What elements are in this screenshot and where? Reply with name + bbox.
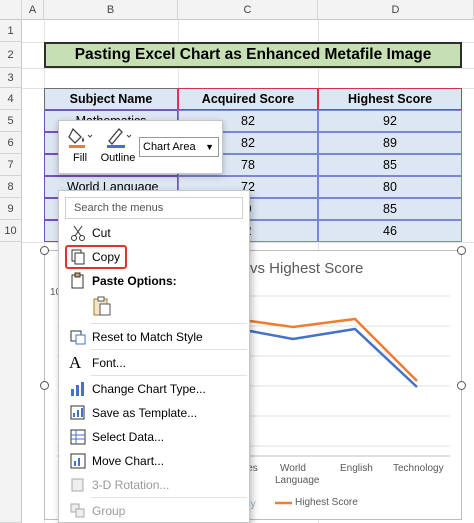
select-data-icon (70, 429, 86, 445)
search-menus-input[interactable]: Search the menus (65, 197, 243, 219)
paste-clipboard-icon (93, 296, 111, 316)
menu-separator (91, 375, 247, 376)
sheet-title[interactable]: Pasting Excel Chart as Enhanced Metafile… (44, 42, 462, 68)
cell-highest[interactable]: 80 (318, 176, 462, 198)
menu-item-label: Font... (92, 356, 127, 370)
menu-item-copy[interactable]: Copy (59, 245, 249, 269)
menu-separator (91, 323, 247, 324)
row-header-3[interactable]: 3 (0, 68, 22, 88)
chart-element-value: Chart Area (143, 141, 196, 153)
copy-icon (71, 249, 85, 265)
header-acquired-score[interactable]: Acquired Score (178, 88, 318, 110)
row-header-5[interactable]: 5 (0, 110, 22, 132)
cell-highest[interactable]: 85 (318, 154, 462, 176)
cell-highest[interactable]: 92 (318, 110, 462, 132)
fill-label: Fill (72, 152, 88, 164)
menu-item-label: Select Data... (92, 430, 165, 444)
row-header-blank (0, 242, 22, 523)
rotation-icon (71, 478, 84, 492)
menu-separator (91, 349, 247, 350)
menu-item-select-data[interactable]: Select Data... (59, 425, 249, 449)
outline-label: Outline (100, 152, 136, 164)
row-header-4[interactable]: 4 (0, 88, 22, 110)
resize-handle[interactable] (40, 381, 49, 390)
x-axis-label: English (340, 463, 373, 474)
mini-toolbar: Fill Outline Chart Area ▼ (58, 120, 223, 174)
menu-item-label: Reset to Match Style (92, 330, 203, 344)
paste-option-picture[interactable] (91, 295, 117, 319)
fill-bucket-icon (68, 127, 93, 148)
cell-highest[interactable]: 46 (318, 220, 462, 242)
menu-item-label: Cut (92, 226, 111, 240)
paste-icon (71, 272, 84, 289)
menu-item-save-template[interactable]: Save as Template... (59, 401, 249, 425)
select-all-corner[interactable] (0, 0, 22, 20)
highest-score-series (249, 317, 418, 382)
group-icon (70, 503, 85, 518)
menu-separator (91, 497, 247, 498)
resize-handle[interactable] (457, 246, 466, 255)
outline-button[interactable]: Outline (99, 125, 137, 164)
row-header-8[interactable]: 8 (0, 176, 22, 198)
x-axis-label: World Language (275, 463, 320, 486)
context-menu: Search the menus Cut Copy Paste Options: (58, 190, 250, 523)
menu-item-move-chart[interactable]: Move Chart... (59, 449, 249, 473)
row-header-10[interactable]: 10 (0, 220, 22, 242)
row-header-6[interactable]: 6 (0, 132, 22, 154)
menu-item-label: Move Chart... (92, 454, 165, 468)
chevron-down-icon: ▼ (205, 142, 214, 152)
chart-type-icon (71, 382, 84, 396)
menu-item-label: Group (92, 504, 126, 518)
gridline (22, 68, 474, 69)
fill-button[interactable]: Fill (65, 125, 95, 164)
menu-item-3d-rotation: 3-D Rotation... (59, 473, 249, 497)
row-header-7[interactable]: 7 (0, 154, 22, 176)
x-axis-label: Technology (393, 463, 444, 474)
column-header-a[interactable]: A (22, 0, 44, 20)
menu-item-font[interactable]: A Font... (59, 351, 249, 375)
column-header-c[interactable]: C (178, 0, 318, 20)
column-header-d[interactable]: D (318, 0, 474, 20)
menu-item-label: Copy (92, 250, 121, 264)
move-chart-icon (70, 453, 86, 469)
menu-item-change-chart-type[interactable]: Change Chart Type... (59, 377, 249, 401)
reset-style-icon (70, 330, 86, 345)
menu-item-group: Group (59, 499, 249, 523)
outline-pen-icon (107, 128, 132, 148)
row-header-1[interactable]: 1 (0, 20, 22, 42)
chart-element-select[interactable]: Chart Area ▼ (139, 137, 219, 157)
legend-label-highest: Highest Score (295, 497, 358, 508)
header-subject-name[interactable]: Subject Name (44, 88, 178, 110)
row-header-9[interactable]: 9 (0, 198, 22, 220)
cell-highest[interactable]: 89 (318, 132, 462, 154)
menu-item-label: Paste Options: (92, 274, 177, 288)
save-template-icon (70, 405, 85, 420)
cell-highest[interactable]: 85 (318, 198, 462, 220)
header-highest-score[interactable]: Highest Score (318, 88, 462, 110)
menu-item-reset-style[interactable]: Reset to Match Style (59, 325, 249, 349)
paste-options-header: Paste Options: (59, 269, 249, 293)
resize-handle[interactable] (457, 381, 466, 390)
resize-handle[interactable] (40, 246, 49, 255)
row-header-2[interactable]: 2 (0, 42, 22, 68)
menu-item-label: 3-D Rotation... (92, 478, 170, 492)
scissors-icon (71, 225, 85, 241)
acquired-score-series (249, 327, 418, 388)
menu-item-label: Save as Template... (92, 406, 198, 420)
font-icon: A (69, 353, 82, 372)
column-header-b[interactable]: B (44, 0, 178, 20)
menu-item-label: Change Chart Type... (92, 382, 206, 396)
menu-item-cut[interactable]: Cut (59, 221, 249, 245)
